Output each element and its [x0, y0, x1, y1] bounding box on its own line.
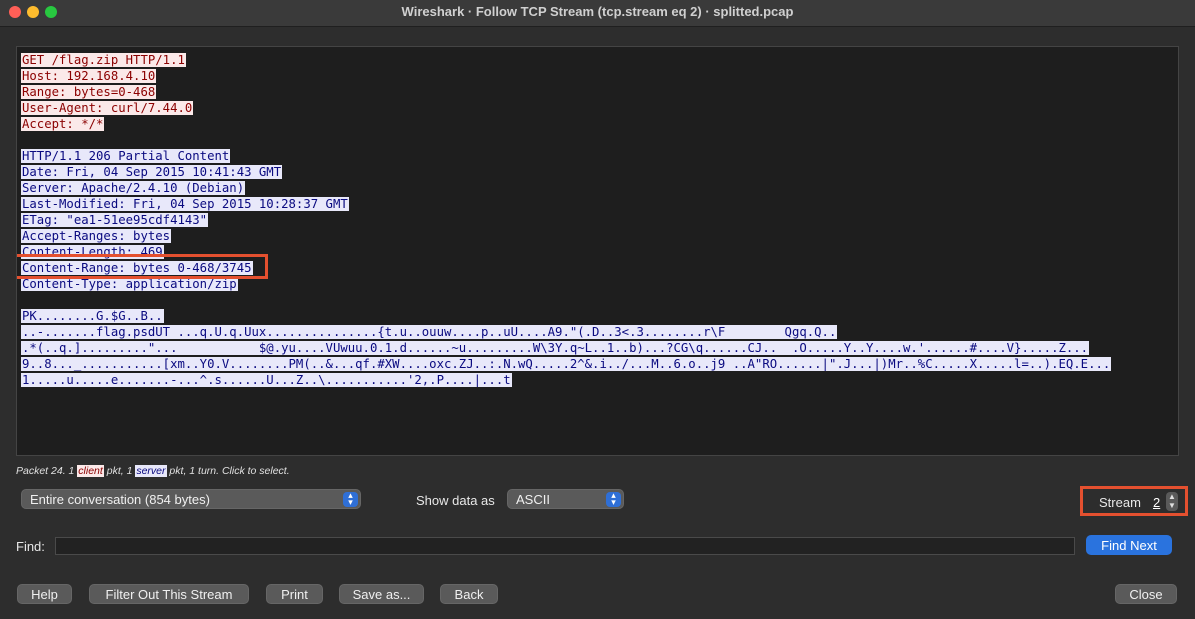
find-next-button[interactable]: Find Next [1086, 535, 1172, 555]
conversation-select[interactable]: Entire conversation (854 bytes) ▴ ▾ [21, 489, 361, 509]
client-line[interactable]: User-Agent: curl/7.44.0 [21, 100, 1111, 116]
payload-line[interactable]: 9..8..._...........[xm..Y0.V........PM(.… [21, 356, 1112, 372]
window-title: Wireshark · Follow TCP Stream (tcp.strea… [401, 4, 794, 19]
stream-number-input[interactable]: 2 [1153, 495, 1160, 510]
save-as-button[interactable]: Save as... [339, 584, 424, 604]
server-tag: server [135, 465, 167, 477]
content-range-highlight-box [17, 254, 268, 279]
close-button[interactable]: Close [1115, 584, 1177, 604]
stream-stepper[interactable]: ▲ ▼ [1166, 492, 1178, 511]
find-input[interactable] [55, 537, 1075, 555]
payload-line[interactable]: ..-.......flag.psdUT ...q.U.q.Uux.......… [21, 324, 1111, 340]
server-line[interactable]: Server: Apache/2.4.10 (Debian) [21, 180, 1111, 196]
payload-line[interactable]: 1.....u.....e.......-...^.s......U...Z..… [21, 372, 1111, 388]
payload-line[interactable]: .*(..q.]........."... $@.yu....VUwuu.0.1… [21, 340, 1111, 356]
server-line[interactable]: Date: Fri, 04 Sep 2015 10:41:43 GMT [21, 164, 1111, 180]
show-data-label: Show data as [416, 493, 495, 508]
title-bar: Wireshark · Follow TCP Stream (tcp.strea… [0, 0, 1195, 27]
chevron-updown-icon: ▴ ▾ [606, 491, 621, 507]
show-data-select[interactable]: ASCII ▴ ▾ [507, 489, 624, 509]
client-line[interactable]: Accept: */* [21, 116, 1111, 132]
client-line[interactable]: Range: bytes=0-468 [21, 84, 1111, 100]
chevron-updown-icon: ▴ ▾ [343, 491, 358, 507]
find-label: Find: [16, 539, 45, 554]
stream-number-highlight-box: Stream 2 ▲ ▼ [1080, 486, 1188, 516]
stream-lines: GET /flag.zip HTTP/1.1 Host: 192.168.4.1… [21, 52, 1112, 388]
stream-content-area[interactable]: GET /flag.zip HTTP/1.1 Host: 192.168.4.1… [16, 46, 1179, 456]
client-line[interactable]: GET /flag.zip HTTP/1.1 [21, 52, 1111, 68]
stream-label: Stream [1099, 495, 1141, 510]
payload-line[interactable]: PK........G.$G..B.. [21, 308, 1111, 324]
client-tag: client [77, 465, 104, 477]
back-button[interactable]: Back [440, 584, 498, 604]
server-line[interactable]: Accept-Ranges: bytes [21, 228, 1111, 244]
server-line[interactable]: HTTP/1.1 206 Partial Content [21, 148, 1111, 164]
server-line[interactable]: Last-Modified: Fri, 04 Sep 2015 10:28:37… [21, 196, 1111, 212]
filter-out-stream-button[interactable]: Filter Out This Stream [89, 584, 249, 604]
follow-tcp-stream-window: Wireshark · Follow TCP Stream (tcp.strea… [0, 0, 1195, 619]
print-button[interactable]: Print [266, 584, 323, 604]
server-line[interactable]: ETag: "ea1-51ee95cdf4143" [21, 212, 1111, 228]
help-button[interactable]: Help [17, 584, 72, 604]
packet-info[interactable]: Packet 24. 1 client pkt, 1 server pkt, 1… [16, 465, 290, 477]
client-line[interactable]: Host: 192.168.4.10 [21, 68, 1111, 84]
